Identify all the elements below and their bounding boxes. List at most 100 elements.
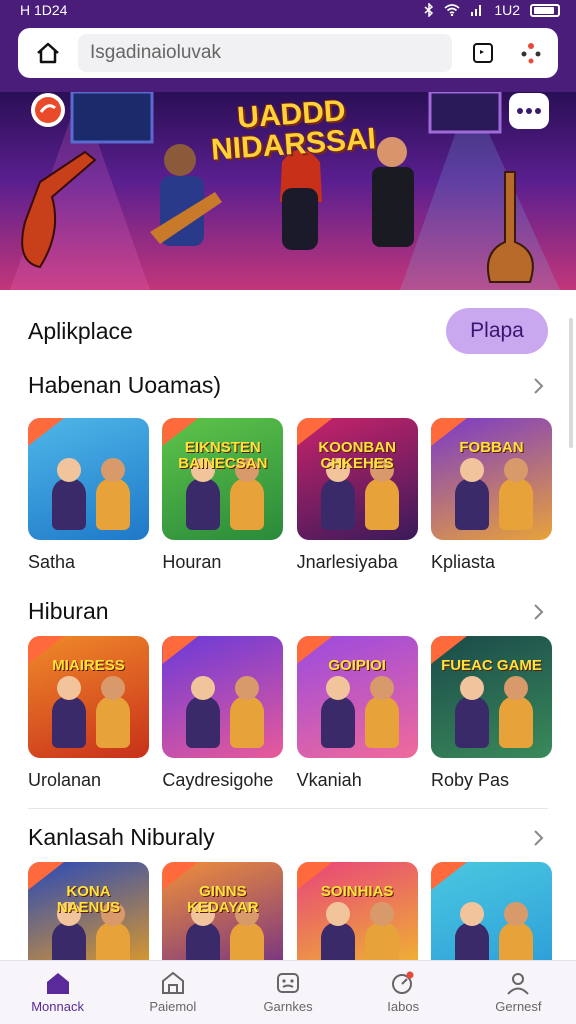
section-title-3: Kanlasah Niburaly — [28, 824, 215, 850]
thumbnail-title: MIAIRESS — [52, 657, 125, 674]
character-figure — [454, 696, 489, 748]
app-card[interactable]: FOBBAN Kpliasta — [430, 418, 552, 573]
signal-icon — [471, 5, 482, 16]
nav-item-games[interactable]: Garnkes — [230, 961, 345, 1024]
thumbnail-title: KOONBAN CHKEHES — [318, 439, 396, 472]
badge-icon — [31, 93, 65, 127]
thumbnail-corner-tag — [162, 636, 199, 664]
chevron-right-icon — [534, 829, 544, 846]
banner-badge[interactable] — [30, 92, 66, 133]
more-icon — [509, 93, 549, 129]
character-head — [503, 676, 528, 700]
home-icon — [37, 42, 59, 64]
nav-item-profile[interactable]: Gernesf — [461, 961, 576, 1024]
section-title-2: Hiburan — [28, 598, 109, 624]
banner-more-button[interactable] — [508, 92, 550, 135]
character-head — [369, 902, 394, 926]
nav-item-store[interactable]: Paiemol — [115, 961, 230, 1024]
character-head — [503, 902, 528, 926]
app-card[interactable]: Satha — [28, 418, 149, 573]
status-time: H 1D24 — [20, 2, 68, 18]
app-label: Satha — [28, 552, 76, 572]
section-header-2[interactable]: Hiburan — [0, 598, 576, 625]
character-figure — [230, 696, 265, 748]
app-thumbnail[interactable]: KOONBAN CHKEHES — [296, 418, 418, 540]
url-input[interactable] — [78, 34, 452, 72]
tabs-button[interactable] — [468, 38, 498, 68]
character-head — [57, 458, 81, 482]
section-title-1: Habenan Uoamas) — [28, 372, 222, 398]
play-button[interactable]: Plapa — [446, 308, 548, 354]
tabs-icon — [473, 43, 493, 63]
character-head — [101, 676, 125, 700]
thumbnail-title: GINNS KEDAYAR — [187, 883, 259, 916]
character-figure — [498, 478, 533, 530]
nav-label: Gernesf — [495, 999, 542, 1014]
thumbnail-corner-tag — [28, 418, 64, 446]
character-figure — [186, 478, 221, 530]
app-row-2: MIAIRESS Urolanan Caydresigohe GOIPIOI Vkani… — [28, 636, 552, 791]
character-head — [459, 902, 484, 926]
character-head — [459, 676, 484, 700]
nav-label: Garnkes — [263, 999, 313, 1014]
thumbnail-title: SOINHIAS — [320, 883, 394, 900]
bluetooth-icon — [424, 3, 434, 17]
thumbnail-title: KONA NAENUS — [56, 883, 121, 916]
app-thumbnail[interactable]: FUEAC GAME — [430, 636, 552, 758]
nav-label: Paiemol — [149, 999, 197, 1014]
home-button[interactable] — [30, 35, 66, 71]
character-figure — [364, 696, 399, 748]
app-label: Houran — [162, 552, 222, 572]
app-card[interactable]: MIAIRESS Urolanan — [28, 636, 149, 791]
nav-item-home[interactable]: Monnack — [0, 961, 115, 1024]
app-thumbnail[interactable]: MIAIRESS — [28, 636, 149, 758]
nav-item-apps[interactable]: Iabos — [346, 961, 461, 1024]
character-head — [503, 458, 528, 482]
app-card[interactable]: GOIPIOI Vkaniah — [296, 636, 418, 791]
app-card[interactable]: FUEAC GAME Roby Pas — [430, 636, 552, 791]
app-label: Jnarlesiyaba — [296, 552, 398, 572]
character-figure — [320, 478, 355, 530]
banner-title: UADDD NIDARSSAI — [210, 94, 377, 167]
url-bar — [18, 28, 558, 78]
app-card[interactable]: EIKNSTEN BAINECSAN Houran — [162, 418, 284, 573]
character-head — [57, 676, 81, 700]
featured-title: Aplikplace — [28, 317, 133, 344]
character-head — [325, 902, 350, 926]
home-icon — [46, 973, 69, 994]
bottom-nav: Monnack Paiemol Garnkes Iabos Gernesf — [0, 960, 576, 1024]
character-figure — [230, 478, 265, 530]
app-thumbnail[interactable]: EIKNSTEN BAINECSAN — [162, 418, 284, 540]
thumbnail-title: FUEAC GAME — [441, 657, 542, 674]
thumbnail-title: GOIPIOI — [328, 657, 386, 674]
character-head — [325, 676, 350, 700]
app-thumbnail[interactable] — [162, 636, 284, 758]
app-thumbnail[interactable]: GOIPIOI — [296, 636, 418, 758]
status-bar: H 1D24 1U2 — [0, 0, 576, 20]
app-card[interactable]: KOONBAN CHKEHES Jnarlesiyaba — [296, 418, 418, 573]
character-figure — [96, 696, 130, 748]
battery-icon — [530, 3, 560, 17]
character-figure — [498, 696, 533, 748]
thumbnail-title: EIKNSTEN BAINECSAN — [178, 439, 268, 472]
character-head — [191, 676, 216, 700]
games-icon — [277, 973, 299, 993]
menu-button[interactable] — [516, 38, 546, 68]
character-head — [101, 458, 125, 482]
app-label: Caydresigohe — [162, 770, 274, 790]
section-header-1[interactable]: Habenan Uoamas) — [0, 372, 576, 399]
url-actions — [468, 38, 546, 68]
character-figure — [52, 478, 86, 530]
hero-banner[interactable]: UADDD NIDARSSAI — [0, 92, 576, 290]
character-head — [235, 676, 260, 700]
character-figure — [96, 478, 130, 530]
app-thumbnail[interactable] — [28, 418, 149, 540]
store-icon — [161, 971, 184, 994]
app-card[interactable]: Caydresigohe — [162, 636, 284, 791]
character-figure — [454, 478, 489, 530]
app-label: Kpliasta — [430, 552, 496, 572]
section-header-3[interactable]: Kanlasah Niburaly — [0, 824, 576, 851]
nav-label: Monnack — [31, 999, 84, 1014]
character-figure — [320, 696, 355, 748]
app-thumbnail[interactable]: FOBBAN — [430, 418, 552, 540]
